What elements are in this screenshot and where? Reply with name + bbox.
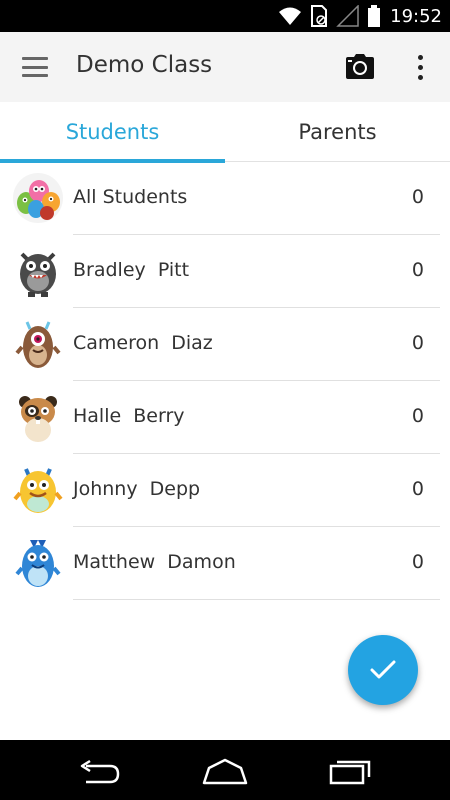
yellow-monster-avatar	[12, 463, 64, 517]
home-icon[interactable]	[201, 756, 249, 786]
signal-icon	[336, 5, 360, 27]
confirm-button[interactable]	[348, 635, 418, 705]
student-name: Matthew Damon	[73, 551, 236, 573]
menu-icon[interactable]	[20, 55, 50, 79]
status-bar: 19:52	[0, 0, 450, 32]
gray-monster-avatar	[12, 244, 64, 298]
list-item-student[interactable]: Matthew Damon 0	[0, 527, 450, 600]
student-name: All Students	[73, 186, 188, 208]
student-points: 0	[411, 551, 424, 573]
list-item-student[interactable]: Bradley Pitt 0	[0, 235, 450, 308]
tab-students[interactable]: Students	[0, 102, 225, 163]
wifi-icon	[278, 6, 302, 26]
student-points: 0	[411, 332, 424, 354]
camera-icon[interactable]	[345, 54, 375, 80]
student-name: Halle Berry	[73, 405, 185, 427]
back-icon[interactable]	[76, 756, 124, 786]
student-points: 0	[411, 405, 424, 427]
tab-parents[interactable]: Parents	[225, 102, 450, 162]
sim-icon	[310, 5, 328, 27]
all-students-avatar	[12, 171, 64, 225]
recent-apps-icon[interactable]	[327, 756, 375, 786]
student-points: 0	[411, 478, 424, 500]
student-name: Johnny Depp	[73, 478, 201, 500]
more-vertical-icon[interactable]	[410, 52, 430, 82]
student-name: Bradley Pitt	[73, 259, 190, 281]
student-list: All Students 0 Bradley Pitt 0 Cameron Di…	[0, 162, 450, 600]
blue-monster-avatar	[12, 536, 64, 590]
hamster-avatar	[12, 390, 64, 444]
navigation-bar	[0, 740, 450, 800]
page-title: Demo Class	[76, 52, 213, 78]
status-time: 19:52	[390, 5, 442, 27]
app-bar: Demo Class	[0, 32, 450, 102]
list-item-student[interactable]: Cameron Diaz 0	[0, 308, 450, 381]
student-name: Cameron Diaz	[73, 332, 213, 354]
student-points: 0	[411, 259, 424, 281]
list-item-all-students[interactable]: All Students 0	[0, 162, 450, 235]
battery-icon	[368, 5, 381, 27]
brown-cyclops-avatar	[12, 317, 64, 371]
list-item-student[interactable]: Halle Berry 0	[0, 381, 450, 454]
tab-bar: Students Parents	[0, 102, 450, 163]
divider	[73, 599, 440, 600]
student-points: 0	[411, 186, 424, 208]
checkmark-icon	[370, 660, 396, 679]
list-item-student[interactable]: Johnny Depp 0	[0, 454, 450, 527]
